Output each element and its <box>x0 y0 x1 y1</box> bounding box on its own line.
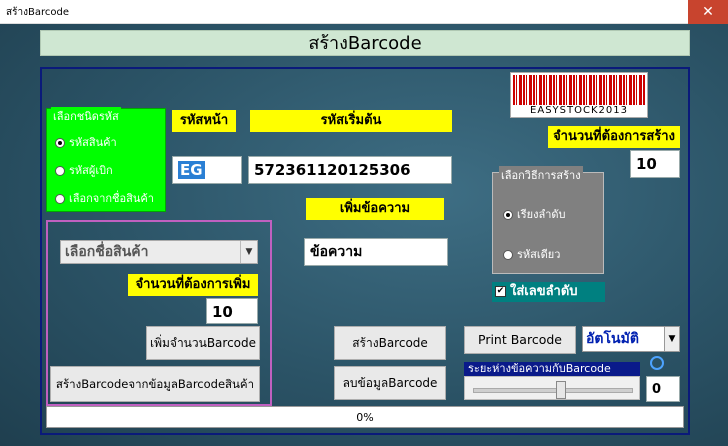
print-mode-select[interactable]: อัตโนมัติ ▼ <box>582 326 680 352</box>
create-method-group: เลือกวิธีการสร้าง เรียงลำดับ รหัสเดียว <box>492 166 604 274</box>
print-barcode-button[interactable]: Print Barcode <box>464 326 576 354</box>
spacing-value[interactable]: 0 <box>646 376 680 402</box>
add-text-input[interactable]: ข้อความ <box>304 238 448 266</box>
radio-label: เลือกจากชื่อสินค้า <box>69 192 154 205</box>
create-from-product-button[interactable]: สร้างBarcodeจากข้อมูลBarcodeสินค้า <box>50 366 260 402</box>
radio-label: รหัสเดียว <box>517 248 561 261</box>
window-title: สร้างBarcode <box>6 7 69 18</box>
radio-dot <box>55 166 65 176</box>
radio-dot <box>503 250 513 260</box>
progress-text: 0% <box>356 411 374 424</box>
prefix-input[interactable]: EG <box>172 156 242 184</box>
radio-from-product-name[interactable]: เลือกจากชื่อสินค้า <box>55 189 154 207</box>
slider-track <box>473 388 633 393</box>
sequence-checkbox[interactable]: ✔ ใส่เลขลำดับ <box>492 282 605 302</box>
chevron-down-icon: ▼ <box>664 327 679 351</box>
product-select[interactable]: เลือกชื่อสินค้า ▼ <box>60 240 258 264</box>
add-barcode-qty-button[interactable]: เพิ่มจำนวนBarcode <box>146 326 260 360</box>
radio-requester-code[interactable]: รหัสผู้เบิก <box>55 161 113 179</box>
qty-create-input[interactable]: 10 <box>630 150 680 178</box>
radio-product-code[interactable]: รหัสสินค้า <box>55 133 117 151</box>
create-barcode-button[interactable]: สร้างBarcode <box>334 326 446 360</box>
qty-create-label: จำนวนที่ต้องการสร้าง <box>548 126 680 148</box>
slider-thumb[interactable] <box>555 381 566 399</box>
progress-bar: 0% <box>46 406 684 428</box>
barcode-bars-icon <box>513 75 645 105</box>
add-text-label: เพิ่มข้อความ <box>306 198 444 220</box>
prefix-label: รหัสหน้า <box>172 110 236 132</box>
code-type-group: เลือกชนิดรหัส รหัสสินค้า รหัสผู้เบิก เลื… <box>46 107 166 212</box>
radio-dot <box>55 194 65 204</box>
checkbox-checked-icon: ✔ <box>495 286 506 297</box>
radio-sequential[interactable]: เรียงลำดับ <box>503 205 566 223</box>
window-titlebar: สร้างBarcode ✕ <box>0 0 728 24</box>
radio-label: รหัสสินค้า <box>69 136 117 149</box>
prefix-value: EG <box>178 161 205 179</box>
sequence-checkbox-label: ใส่เลขลำดับ <box>510 284 578 299</box>
barcode-logo: EASYSTOCK2013 <box>510 72 648 118</box>
radio-dot <box>55 138 65 148</box>
print-mode-value: อัตโนมัติ <box>586 331 639 347</box>
delete-barcode-button[interactable]: ลบข้อมูลBarcode <box>334 366 446 400</box>
qty-add-label: จำนวนที่ต้องการเพิ่ม <box>128 274 258 296</box>
close-button[interactable]: ✕ <box>688 0 728 24</box>
radio-single-code[interactable]: รหัสเดียว <box>503 245 560 263</box>
page-title: สร้างBarcode <box>40 30 690 56</box>
spacing-label: ระยะห่างข้อความกับBarcode <box>464 362 640 376</box>
spacing-slider[interactable] <box>464 376 640 400</box>
qty-add-input[interactable]: 10 <box>206 298 258 324</box>
radio-dot <box>503 210 513 220</box>
start-code-input[interactable]: 572361120125306 <box>248 156 452 184</box>
chevron-down-icon: ▼ <box>240 241 257 263</box>
create-method-group-title: เลือกวิธีการสร้าง <box>499 166 583 184</box>
radio-label: รหัสผู้เบิก <box>69 164 113 177</box>
radio-label: เรียงลำดับ <box>517 208 566 221</box>
barcode-logo-text: EASYSTOCK2013 <box>511 105 647 116</box>
start-code-label: รหัสเริ่มต้น <box>250 110 452 132</box>
code-type-group-title: เลือกชนิดรหัส <box>51 107 121 125</box>
loading-spinner-icon <box>650 356 664 370</box>
product-select-value: เลือกชื่อสินค้า <box>65 244 149 260</box>
